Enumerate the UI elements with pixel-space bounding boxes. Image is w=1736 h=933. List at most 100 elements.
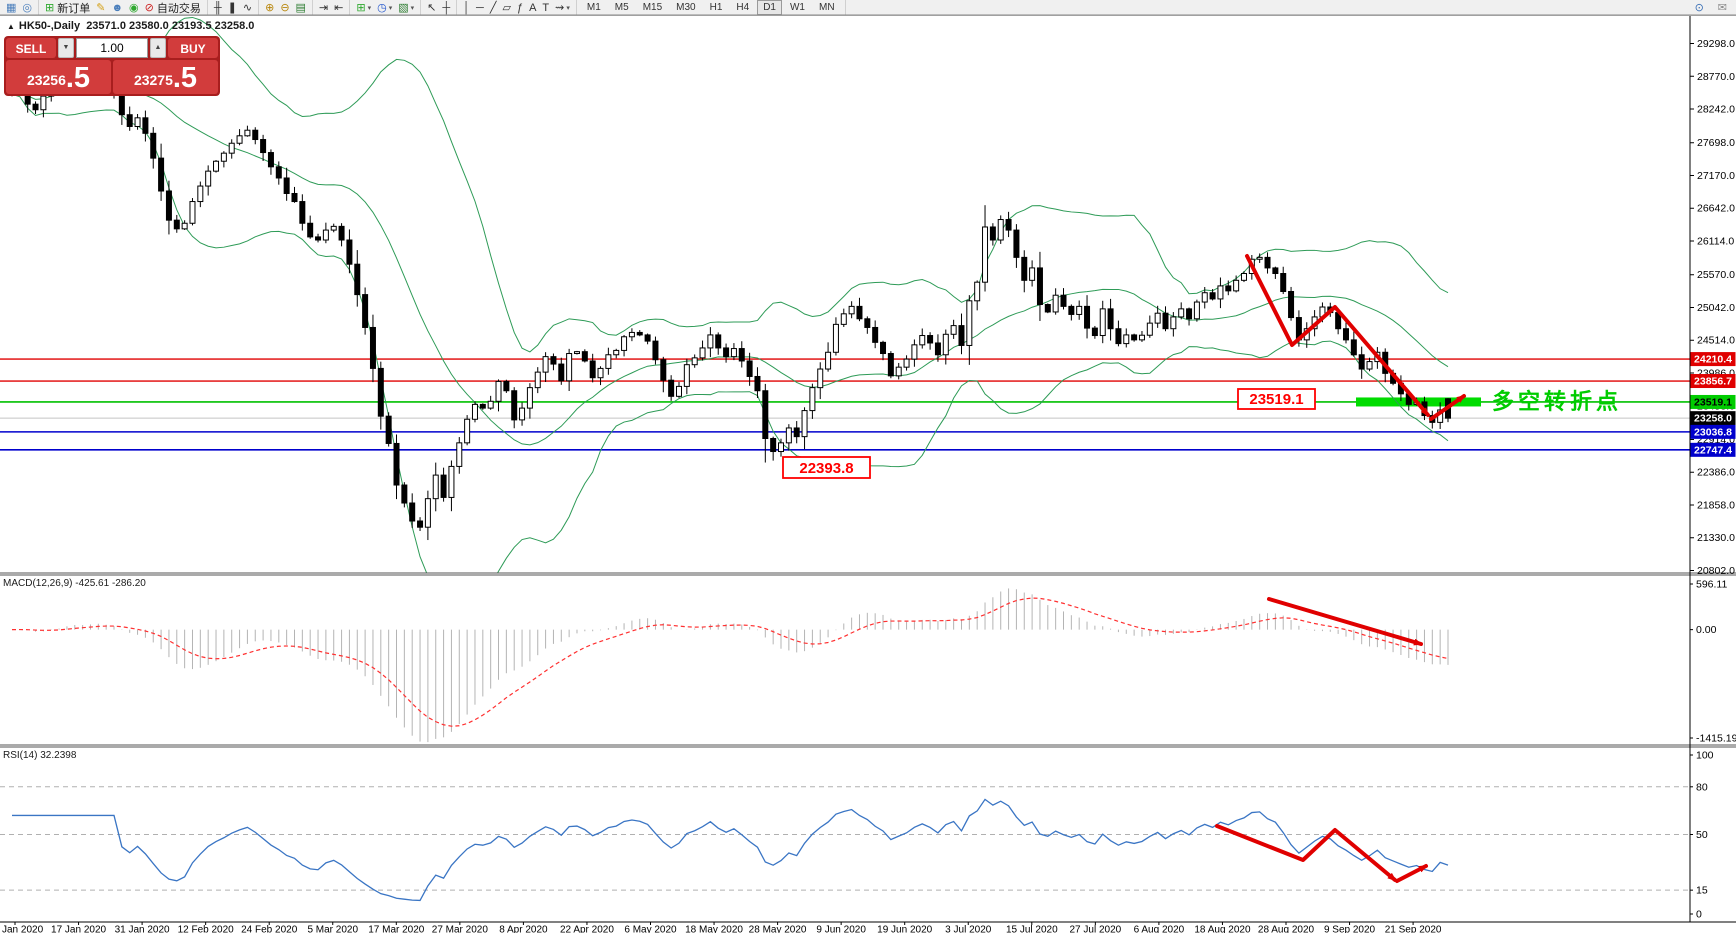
volume-input[interactable] xyxy=(76,38,148,58)
candle xyxy=(369,314,376,383)
candle xyxy=(1021,250,1028,293)
candle xyxy=(613,348,620,359)
candle-body xyxy=(1021,256,1028,281)
candle-body xyxy=(832,323,839,353)
date-label: 18 May 2020 xyxy=(685,925,743,933)
volume-down-button[interactable]: ▼ xyxy=(58,38,74,58)
candle-body xyxy=(338,225,345,241)
candle xyxy=(1146,315,1153,338)
candle-body xyxy=(621,336,628,351)
candle-body xyxy=(1084,305,1091,329)
candle xyxy=(440,467,447,502)
candle xyxy=(1358,346,1365,379)
candle-body xyxy=(1272,267,1279,275)
candle-body xyxy=(519,407,526,421)
candle-body xyxy=(385,415,392,444)
candle xyxy=(1099,300,1106,344)
candle xyxy=(636,330,643,337)
candle-body xyxy=(346,239,353,265)
candle xyxy=(558,357,565,385)
candle xyxy=(1240,271,1247,283)
candle-body xyxy=(456,442,463,467)
candle-body xyxy=(1076,305,1083,315)
price-tick-label: 21858.0 xyxy=(1697,499,1735,511)
candle xyxy=(424,490,431,541)
candle xyxy=(911,339,918,367)
candle xyxy=(503,379,510,393)
candle-body xyxy=(966,300,973,346)
price-tick-label: 22386.0 xyxy=(1697,467,1735,479)
candle-body xyxy=(1193,301,1200,320)
candle-body xyxy=(636,331,643,336)
candle-body xyxy=(1256,256,1263,260)
candle-body xyxy=(1115,328,1122,345)
candle xyxy=(817,362,824,400)
candle-body xyxy=(1358,354,1365,370)
candle-body xyxy=(362,294,369,328)
candle xyxy=(1162,306,1169,332)
buy-price-display[interactable]: 23275.5 xyxy=(113,60,218,94)
date-label: 27 Mar 2020 xyxy=(432,925,489,933)
candle-body xyxy=(942,333,949,356)
candle xyxy=(220,151,227,168)
candle xyxy=(1115,320,1122,347)
candle xyxy=(793,421,800,444)
candle-body xyxy=(778,442,785,453)
candle-body xyxy=(958,325,965,346)
candle-body xyxy=(895,366,902,377)
candle-body xyxy=(573,351,580,355)
chart-ohlc-values: 23571.0 23580.0 23193.5 23258.0 xyxy=(86,20,255,32)
price-tick-label: 24514.0 xyxy=(1697,335,1735,347)
buy-button[interactable]: BUY xyxy=(168,38,218,58)
candle xyxy=(315,233,322,243)
candle xyxy=(989,223,996,246)
price-tick-label: 20802.0 xyxy=(1697,565,1735,577)
collapse-triangle-icon[interactable]: ▲ xyxy=(7,22,15,31)
candle-body xyxy=(424,498,431,528)
candle xyxy=(856,297,863,322)
candle xyxy=(283,167,290,201)
candle xyxy=(1068,304,1075,321)
chart-canvas[interactable]: 23519.1 22393.8 多空转折点 29298.0 28770.0 28242.0… xyxy=(0,0,1736,933)
candle xyxy=(848,301,855,319)
candle xyxy=(652,336,659,365)
candle xyxy=(260,134,267,161)
candle-body xyxy=(393,442,400,486)
candle-body xyxy=(307,222,314,238)
price-tick-label: 27698.0 xyxy=(1697,137,1735,149)
low-price-label-text: 22393.8 xyxy=(799,460,853,477)
candle xyxy=(1091,325,1098,339)
candle xyxy=(927,332,934,350)
date-label: 28 May 2020 xyxy=(749,925,807,933)
candle xyxy=(950,319,957,339)
candle xyxy=(864,316,871,334)
candle xyxy=(299,194,306,231)
candle-body xyxy=(150,132,157,159)
candle-body xyxy=(32,103,39,111)
date-label: 6 Aug 2020 xyxy=(1134,925,1185,933)
rsi-rebound-arrow xyxy=(1395,864,1428,883)
candle-body xyxy=(1170,316,1177,330)
candle-body xyxy=(401,484,408,504)
candle-body xyxy=(118,94,125,116)
price-tick-label: 29298.0 xyxy=(1697,38,1735,50)
volume-up-button[interactable]: ▲ xyxy=(150,38,166,58)
candle-body xyxy=(927,335,934,344)
price-tick-label: 21330.0 xyxy=(1697,532,1735,544)
sell-price-display[interactable]: 23256.5 xyxy=(6,60,111,94)
candle xyxy=(213,160,220,173)
candle xyxy=(825,342,832,372)
date-label: 15 Jul 2020 xyxy=(1006,925,1058,933)
candle xyxy=(244,125,251,137)
candle-body xyxy=(1005,219,1012,231)
candle-body xyxy=(746,360,753,377)
candle-body xyxy=(597,367,604,379)
candle-body xyxy=(950,325,957,335)
candle xyxy=(880,340,887,361)
candle-body xyxy=(550,356,557,365)
candle xyxy=(660,356,667,393)
sell-button[interactable]: SELL xyxy=(6,38,56,58)
candle-body xyxy=(1154,312,1161,324)
candle-body xyxy=(699,347,706,359)
date-label: 18 Aug 2020 xyxy=(1194,925,1251,933)
